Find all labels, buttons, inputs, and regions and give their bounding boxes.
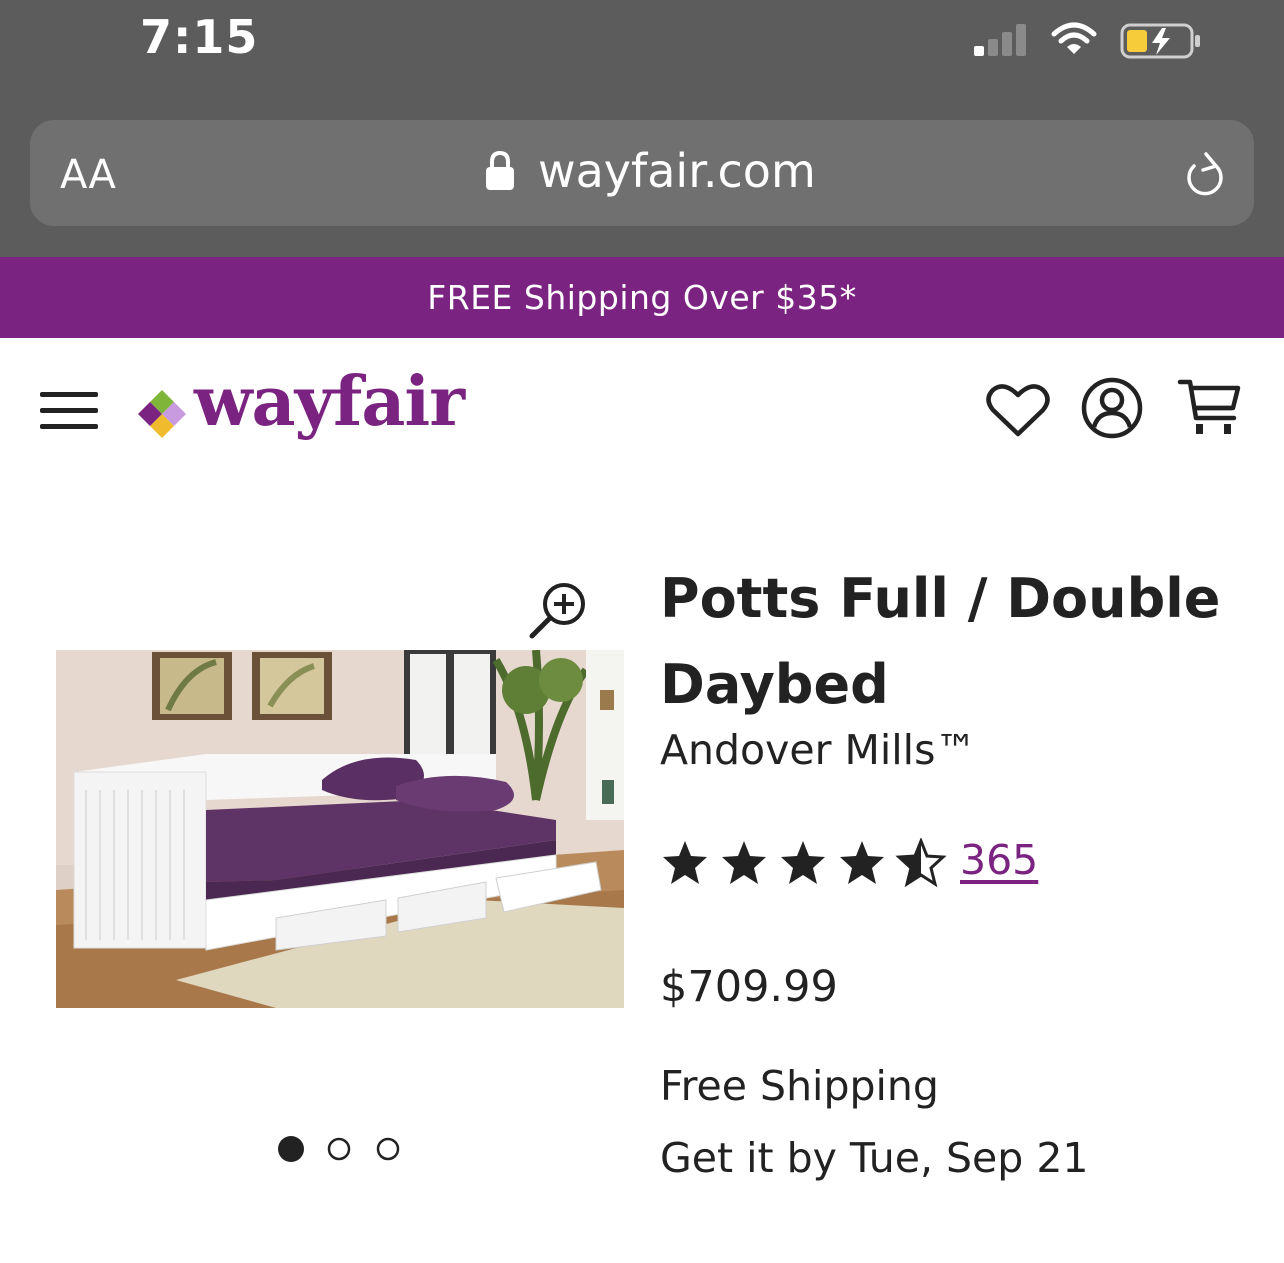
product-title: Potts Full / Double Daybed <box>660 567 1221 716</box>
cart-icon[interactable] <box>1176 374 1242 440</box>
promo-banner[interactable]: FREE Shipping Over $35* <box>0 257 1284 338</box>
heart-icon[interactable] <box>986 382 1050 438</box>
pagination-dot-active <box>278 1136 304 1162</box>
review-count-link[interactable]: 365 <box>960 836 1038 884</box>
zoom-icon[interactable] <box>526 580 588 642</box>
wayfair-logo[interactable]: wayfair <box>194 362 465 442</box>
text-size-button[interactable]: AA <box>60 152 116 198</box>
battery-icon <box>1120 23 1200 59</box>
delivery-estimate: Get it by Tue, Sep 21 <box>660 1134 1089 1182</box>
product-price: $709.99 <box>660 962 838 1012</box>
shipping-info: Free Shipping <box>660 1062 939 1110</box>
star-rating <box>663 839 945 886</box>
account-icon[interactable] <box>1080 376 1144 440</box>
promo-text: FREE Shipping Over $35* <box>427 278 857 317</box>
menu-icon[interactable] <box>38 388 100 434</box>
star-half-icon <box>897 839 945 886</box>
star-icon <box>781 841 825 884</box>
image-pagination[interactable] <box>276 1134 406 1164</box>
star-icon <box>663 841 707 884</box>
url-text[interactable]: wayfair.com <box>538 144 816 198</box>
status-time: 7:15 <box>140 10 259 64</box>
wifi-icon <box>1051 22 1097 54</box>
signal-icon <box>974 24 1026 56</box>
lock-icon <box>486 150 514 190</box>
reload-icon[interactable] <box>1180 150 1226 200</box>
star-icon <box>722 841 766 884</box>
product-brand[interactable]: Andover Mills™ <box>660 726 976 774</box>
wayfair-logo-icon[interactable] <box>136 386 188 438</box>
product-image[interactable] <box>56 650 624 1008</box>
pagination-dot <box>327 1137 351 1161</box>
pagination-dot <box>376 1137 400 1161</box>
star-icon <box>840 841 884 884</box>
